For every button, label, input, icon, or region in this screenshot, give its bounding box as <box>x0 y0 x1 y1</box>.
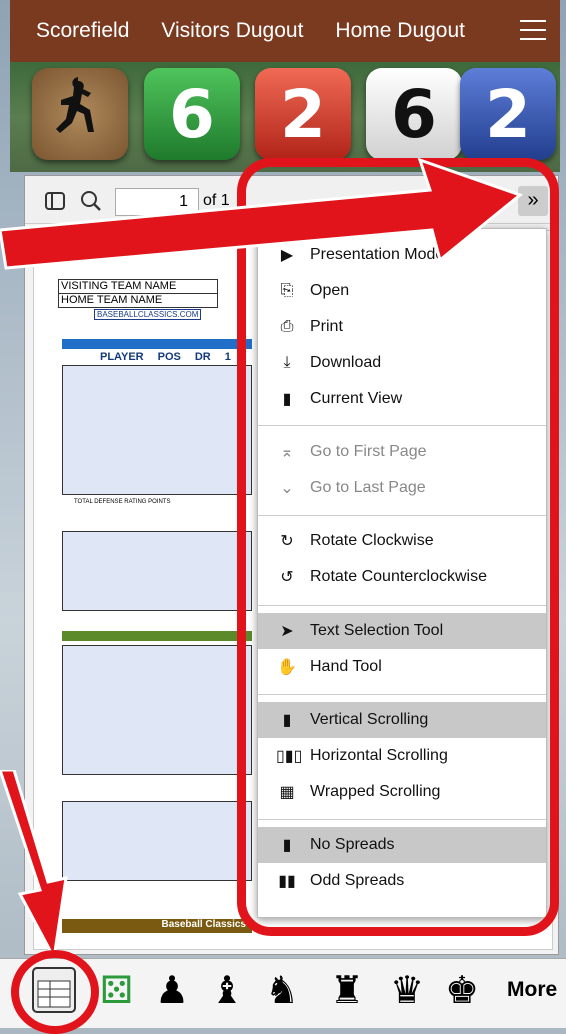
nav-visitors-dugout[interactable]: Visitors Dugout <box>161 19 303 43</box>
pos-col: POS <box>157 351 181 363</box>
player-header: PLAYER POS DR 1 <box>62 351 262 363</box>
tile-blue[interactable]: 2 <box>460 68 556 160</box>
total-defense-label: TOTAL DEFENSE RATING POINTS <box>74 499 171 505</box>
highlight-ring <box>11 950 99 1034</box>
nav-scorefield[interactable]: Scorefield <box>36 19 129 43</box>
batter-icon[interactable]: ♝ <box>210 968 244 1013</box>
tile-red[interactable]: 2 <box>255 68 351 160</box>
arrow-down-icon <box>0 770 68 960</box>
more-button[interactable]: More <box>507 978 557 1002</box>
slider-icon[interactable]: ♜ <box>330 968 364 1013</box>
dr-col: DR <box>194 351 211 363</box>
arrow-pointer-icon <box>0 157 524 270</box>
hamburger-menu-icon[interactable] <box>520 20 546 42</box>
home-band <box>62 631 252 641</box>
runner-icon[interactable]: ♛ <box>390 968 424 1013</box>
player-col: PLAYER <box>100 351 144 363</box>
top-nav: Scorefield Visitors Dugout Home Dugout <box>10 0 560 62</box>
nav-home-dugout[interactable]: Home Dugout <box>335 19 465 43</box>
site-logo: BASEBALLCLASSICS.COM <box>94 309 202 320</box>
visitor-band <box>62 339 252 349</box>
pitcher-grid-home <box>62 801 252 881</box>
catcher-icon[interactable]: ♚ <box>445 968 479 1013</box>
tile-green[interactable]: 6 <box>144 68 240 160</box>
fielder-icon[interactable]: ♞ <box>265 968 299 1013</box>
dice-icon[interactable]: ⚄ <box>100 968 133 1013</box>
player-grid-home <box>62 645 252 775</box>
pitcher-grid <box>62 531 252 611</box>
tile-white[interactable]: 6 <box>366 68 462 160</box>
inning-1-col: 1 <box>224 351 231 363</box>
footer-band: Baseball Classics <box>62 919 252 933</box>
umpire-icon[interactable]: ♟ <box>155 968 189 1013</box>
player-grid <box>62 365 252 495</box>
app-root: Scorefield Visitors Dugout Home Dugout 6… <box>0 0 566 1034</box>
pitcher-icon[interactable] <box>32 68 128 160</box>
